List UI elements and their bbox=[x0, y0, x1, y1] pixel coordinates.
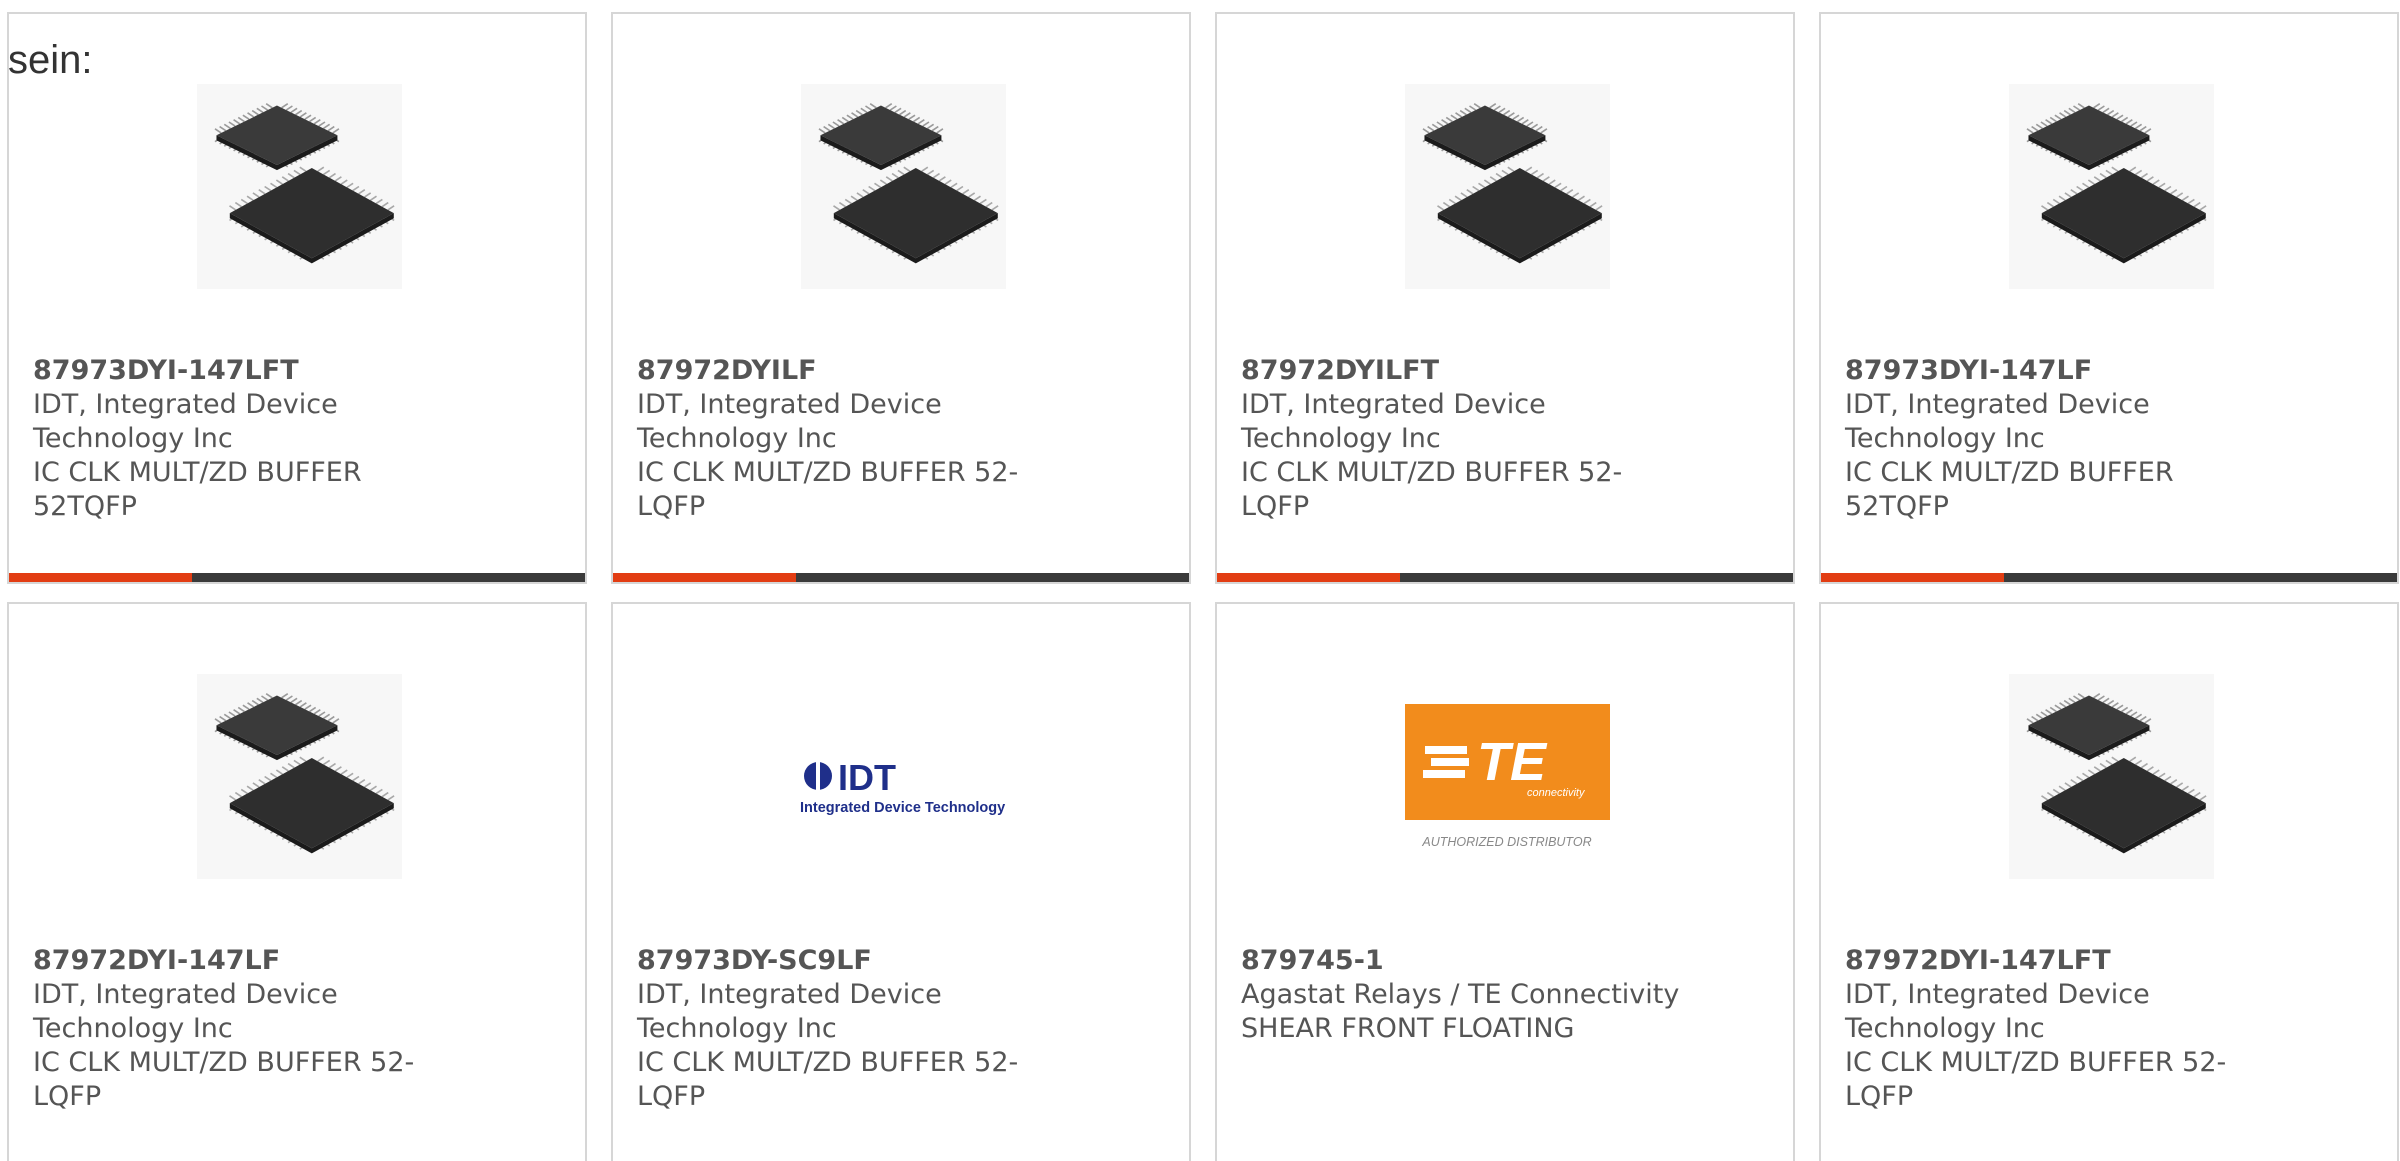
card-accent-bar bbox=[1217, 573, 1793, 582]
card-accent-bar bbox=[9, 573, 585, 582]
product-info: 87973DYI-147LFT IDT, Integrated Device T… bbox=[33, 354, 473, 524]
manufacturer: IDT, Integrated Device Technology Inc bbox=[637, 979, 942, 1044]
card-accent-highlight bbox=[1821, 573, 2004, 582]
idt-logo-text: IDT bbox=[838, 757, 896, 798]
part-number[interactable]: 879745-1 bbox=[1241, 944, 1681, 978]
manufacturer: IDT, Integrated Device Technology Inc bbox=[637, 389, 942, 454]
qfp-chip-image bbox=[197, 84, 402, 289]
chip-graphic bbox=[197, 84, 402, 289]
card-accent-highlight bbox=[9, 573, 192, 582]
te-connectivity-logo: TE connectivity AUTHORIZED DISTRIBUTOR bbox=[1405, 704, 1610, 849]
part-number[interactable]: 87972DYILFT bbox=[1241, 354, 1681, 388]
qfp-chip-image bbox=[197, 674, 402, 879]
part-number[interactable]: 87972DYI-147LFT bbox=[1845, 944, 2285, 978]
product-info: 87973DYI-147LF IDT, Integrated Device Te… bbox=[1845, 354, 2285, 524]
chip-graphic bbox=[1405, 84, 1610, 289]
product-card[interactable]: 87973DYI-147LFT IDT, Integrated Device T… bbox=[7, 12, 587, 584]
product-card[interactable]: 87973DYI-147LF IDT, Integrated Device Te… bbox=[1819, 12, 2399, 584]
description: SHEAR FRONT FLOATING bbox=[1241, 1013, 1575, 1044]
product-info: 87972DYILF IDT, Integrated Device Techno… bbox=[637, 354, 1077, 524]
part-number[interactable]: 87973DYI-147LFT bbox=[33, 354, 473, 388]
product-info: 87972DYI-147LFT IDT, Integrated Device T… bbox=[1845, 944, 2285, 1114]
card-accent-bar bbox=[613, 573, 1189, 582]
qfp-chip-image bbox=[1405, 84, 1610, 289]
product-card[interactable]: 87972DYILFT IDT, Integrated Device Techn… bbox=[1215, 12, 1795, 584]
manufacturer: IDT, Integrated Device Technology Inc bbox=[33, 389, 338, 454]
description: IC CLK MULT/ZD BUFFER 52TQFP bbox=[1845, 457, 2174, 522]
chip-graphic bbox=[801, 84, 1006, 289]
intro-text: sein: bbox=[8, 38, 93, 82]
description: IC CLK MULT/ZD BUFFER 52-LQFP bbox=[33, 1047, 415, 1112]
chip-graphic bbox=[2009, 84, 2214, 289]
product-card[interactable]: TE connectivity AUTHORIZED DISTRIBUTOR 8… bbox=[1215, 602, 1795, 1161]
product-card[interactable]: 87972DYI-147LF IDT, Integrated Device Te… bbox=[7, 602, 587, 1161]
description: IC CLK MULT/ZD BUFFER 52-LQFP bbox=[637, 1047, 1019, 1112]
part-number[interactable]: 87972DYILF bbox=[637, 354, 1077, 388]
description: IC CLK MULT/ZD BUFFER 52-LQFP bbox=[637, 457, 1019, 522]
part-number[interactable]: 87973DYI-147LF bbox=[1845, 354, 2285, 388]
qfp-chip-image bbox=[2009, 674, 2214, 879]
manufacturer: IDT, Integrated Device Technology Inc bbox=[1241, 389, 1546, 454]
chip-graphic bbox=[197, 674, 402, 879]
part-number[interactable]: 87972DYI-147LF bbox=[33, 944, 473, 978]
product-card[interactable]: IDT Integrated Device Technology 87973DY… bbox=[611, 602, 1191, 1161]
product-grid: 87973DYI-147LFT IDT, Integrated Device T… bbox=[0, 0, 2400, 1161]
product-info: 87973DY-SC9LF IDT, Integrated Device Tec… bbox=[637, 944, 1077, 1114]
chip-graphic bbox=[2009, 674, 2214, 879]
card-accent-highlight bbox=[1217, 573, 1400, 582]
te-logo-text: TE bbox=[1477, 732, 1548, 792]
idt-logo: IDT Integrated Device Technology bbox=[800, 757, 1005, 816]
product-info: 87972DYI-147LF IDT, Integrated Device Te… bbox=[33, 944, 473, 1114]
part-number[interactable]: 87973DY-SC9LF bbox=[637, 944, 1077, 978]
product-info: 87972DYILFT IDT, Integrated Device Techn… bbox=[1241, 354, 1681, 524]
description: IC CLK MULT/ZD BUFFER 52-LQFP bbox=[1845, 1047, 2227, 1112]
manufacturer: IDT, Integrated Device Technology Inc bbox=[1845, 979, 2150, 1044]
qfp-chip-image bbox=[2009, 84, 2214, 289]
card-accent-highlight bbox=[613, 573, 796, 582]
product-card[interactable]: 87972DYILF IDT, Integrated Device Techno… bbox=[611, 12, 1191, 584]
manufacturer: IDT, Integrated Device Technology Inc bbox=[33, 979, 338, 1044]
manufacturer: Agastat Relays / TE Connectivity bbox=[1241, 979, 1680, 1010]
card-accent-bar bbox=[1821, 573, 2397, 582]
description: IC CLK MULT/ZD BUFFER 52-LQFP bbox=[1241, 457, 1623, 522]
product-info: 879745-1 Agastat Relays / TE Connectivit… bbox=[1241, 944, 1681, 1046]
te-logo-caption: AUTHORIZED DISTRIBUTOR bbox=[1421, 835, 1591, 849]
manufacturer: IDT, Integrated Device Technology Inc bbox=[1845, 389, 2150, 454]
idt-logo-tagline: Integrated Device Technology bbox=[800, 800, 1005, 816]
product-card[interactable]: 87972DYI-147LFT IDT, Integrated Device T… bbox=[1819, 602, 2399, 1161]
description: IC CLK MULT/ZD BUFFER 52TQFP bbox=[33, 457, 362, 522]
te-logo-subtext: connectivity bbox=[1527, 787, 1586, 799]
qfp-chip-image bbox=[801, 84, 1006, 289]
